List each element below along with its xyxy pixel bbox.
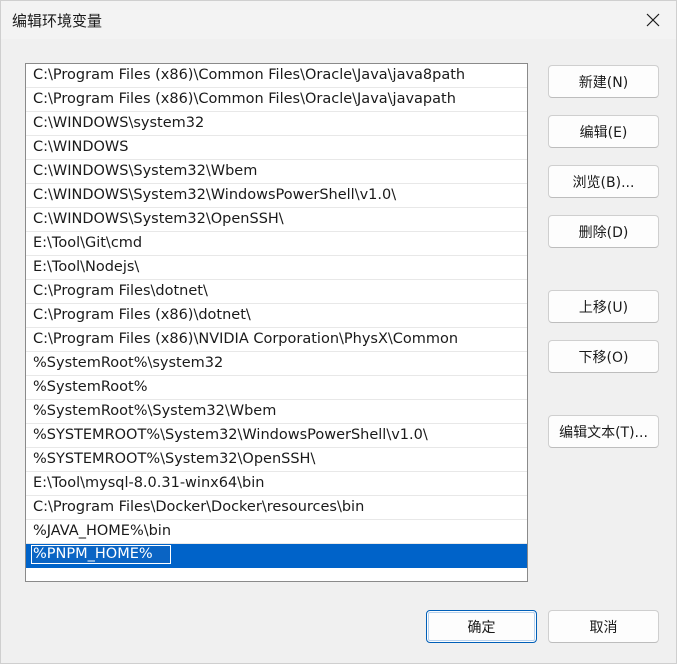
- edit-button[interactable]: 编辑(E): [548, 115, 659, 148]
- close-button[interactable]: [630, 1, 676, 39]
- path-list-item[interactable]: C:\WINDOWS\System32\OpenSSH\: [26, 208, 527, 232]
- cancel-button[interactable]: 取消: [548, 610, 659, 643]
- path-list-item[interactable]: %SystemRoot%\system32: [26, 352, 527, 376]
- move-up-button[interactable]: 上移(U): [548, 290, 659, 323]
- path-edit-input[interactable]: [31, 545, 171, 564]
- path-list-item[interactable]: %SYSTEMROOT%\System32\OpenSSH\: [26, 448, 527, 472]
- path-list-item[interactable]: C:\WINDOWS\system32: [26, 112, 527, 136]
- path-list-item[interactable]: %SystemRoot%\System32\Wbem: [26, 400, 527, 424]
- path-list-item[interactable]: C:\WINDOWS\System32\WindowsPowerShell\v1…: [26, 184, 527, 208]
- path-list-item[interactable]: C:\Program Files\dotnet\: [26, 280, 527, 304]
- path-list[interactable]: C:\Program Files (x86)\Common Files\Orac…: [25, 63, 528, 582]
- browse-button[interactable]: 浏览(B)...: [548, 165, 659, 198]
- path-list-item[interactable]: C:\WINDOWS: [26, 136, 527, 160]
- path-list-item[interactable]: %JAVA_HOME%\bin: [26, 520, 527, 544]
- path-list-item[interactable]: %SYSTEMROOT%\System32\WindowsPowerShell\…: [26, 424, 527, 448]
- path-list-item[interactable]: C:\Program Files (x86)\NVIDIA Corporatio…: [26, 328, 527, 352]
- path-list-item[interactable]: E:\Tool\Git\cmd: [26, 232, 527, 256]
- path-list-item[interactable]: %SystemRoot%: [26, 376, 527, 400]
- dialog-title: 编辑环境变量: [12, 12, 103, 30]
- path-list-item[interactable]: C:\Program Files (x86)\Common Files\Orac…: [26, 88, 527, 112]
- delete-button[interactable]: 删除(D): [548, 215, 659, 248]
- new-button[interactable]: 新建(N): [548, 65, 659, 98]
- edit-env-var-dialog: 编辑环境变量 C:\Program Files (x86)\Common Fil…: [0, 0, 677, 664]
- path-list-item[interactable]: E:\Tool\Nodejs\: [26, 256, 527, 280]
- path-list-item[interactable]: C:\Program Files (x86)\dotnet\: [26, 304, 527, 328]
- path-list-item[interactable]: C:\Program Files (x86)\Common Files\Orac…: [26, 64, 527, 88]
- path-list-item[interactable]: C:\Program Files\Docker\Docker\resources…: [26, 496, 527, 520]
- close-icon: [646, 13, 660, 27]
- edit-text-button[interactable]: 编辑文本(T)...: [548, 415, 659, 448]
- path-list-item-selected[interactable]: [26, 544, 527, 568]
- title-bar: 编辑环境变量: [1, 1, 676, 39]
- move-down-button[interactable]: 下移(O): [548, 340, 659, 373]
- ok-button[interactable]: 确定: [426, 610, 537, 643]
- path-list-item[interactable]: E:\Tool\mysql-8.0.31-winx64\bin: [26, 472, 527, 496]
- path-list-item[interactable]: C:\WINDOWS\System32\Wbem: [26, 160, 527, 184]
